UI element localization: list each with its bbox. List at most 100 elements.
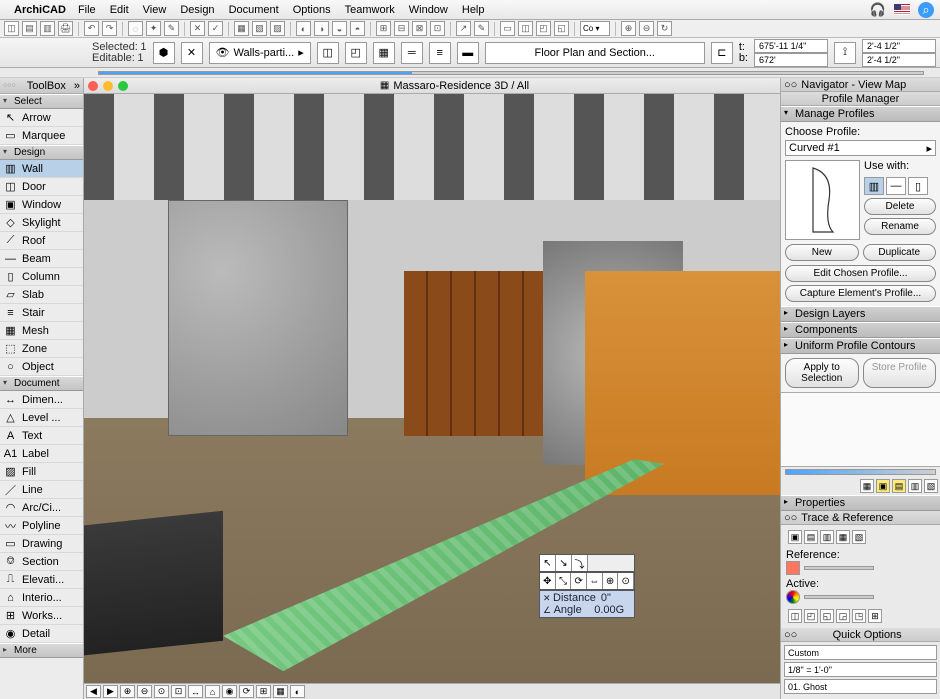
tool-mesh[interactable]: ▦Mesh [0,322,83,340]
tool-icon[interactable]: ⊟ [394,21,409,36]
nav-button[interactable]: ⊞ [256,685,271,698]
pet-tool[interactable]: ↘ [556,555,572,571]
menu-options[interactable]: Options [293,4,331,16]
edit-profile-button[interactable]: Edit Chosen Profile... [785,265,936,282]
tool-icon[interactable]: ⊞ [376,21,391,36]
use-beam-icon[interactable]: — [886,177,906,195]
quick-opt-1[interactable] [784,645,937,660]
use-wall-icon[interactable]: ▥ [864,177,884,195]
nav-icon[interactable]: ▣ [876,479,890,493]
apply-button[interactable]: Apply to Selection [785,358,859,388]
trace-icon[interactable]: ▥ [820,530,834,544]
tool-wall[interactable]: ▥Wall [0,160,83,178]
tool-works[interactable]: ⊞Works... [0,607,83,625]
tool-icon[interactable]: ▭ [500,21,515,36]
reference-slider[interactable] [804,566,874,570]
tool-roof[interactable]: ⟋Roof [0,232,83,250]
tool-line[interactable]: ／Line [0,481,83,499]
tool-level[interactable]: △Level ... [0,409,83,427]
active-slider[interactable] [804,595,874,599]
tool-icon[interactable]: ↶ [84,21,99,36]
trace-opt-icon[interactable]: ◫ [788,609,802,623]
reference-color[interactable] [786,561,800,575]
trace-opt-icon[interactable]: ◱ [820,609,834,623]
trace-icon[interactable]: ▣ [788,530,802,544]
nav-button[interactable]: ⊡ [171,685,186,698]
minimize-icon[interactable] [103,81,113,91]
anchor-icon[interactable]: ⟟ [834,42,856,64]
nav-button[interactable]: ▦ [273,685,288,698]
tool-icon[interactable]: ⊕ [621,21,636,36]
tool-icon[interactable]: ✕ [190,21,205,36]
section-more[interactable]: More [0,643,83,658]
delete-button[interactable]: Delete [864,198,936,215]
nav-icon[interactable]: ▦ [860,479,874,493]
link-icon[interactable]: ⊏ [711,42,733,64]
new-button[interactable]: New [785,244,859,261]
nav-button[interactable]: ◀ [86,685,101,698]
menu-help[interactable]: Help [462,4,485,16]
quick-opt-2[interactable] [784,662,937,677]
nav-button[interactable]: ↔ [188,685,203,698]
element-settings-button[interactable]: ⬢ [153,42,175,64]
pet-tool[interactable]: ⤵ [572,555,588,571]
scene-canvas[interactable]: ↖↘⤵ ✥⤡⟳⇔⊕⊙ ✕ Distance 0" ∠ Angle 0.00G [84,94,780,683]
tool-stair[interactable]: ≡Stair [0,304,83,322]
tool-icon[interactable]: ▤ [22,21,37,36]
tool-icon[interactable]: ◌ [128,21,143,36]
tool-icon[interactable]: ⊖ [639,21,654,36]
tool-beam[interactable]: —Beam [0,250,83,268]
tool-slab[interactable]: ▱Slab [0,286,83,304]
tool-icon[interactable]: ▨ [270,21,285,36]
flag-icon[interactable] [894,4,910,15]
coord-b-input[interactable]: 672' [754,53,828,67]
nav-button[interactable]: ⊙ [154,685,169,698]
trace-opt-icon[interactable]: ◲ [836,609,850,623]
nav-button[interactable]: ◉ [222,685,237,698]
layer-dropdown[interactable]: 👁 Walls-parti... ▸ [209,42,311,64]
use-column-icon[interactable]: ▯ [908,177,928,195]
store-button[interactable]: Store Profile [863,358,937,388]
geom-icon[interactable]: ◫ [317,42,339,64]
pet-tool[interactable]: ✥ [540,573,556,589]
nav-button[interactable]: ⟳ [239,685,254,698]
geom-icon[interactable]: ≡ [429,42,451,64]
section-select[interactable]: Select [0,94,83,109]
app-name[interactable]: ArchiCAD [14,4,66,16]
tool-dimen[interactable]: ↔Dimen... [0,391,83,409]
capture-profile-button[interactable]: Capture Element's Profile... [785,285,936,302]
zoom-icon[interactable] [118,81,128,91]
nav-icon[interactable]: ▥ [908,479,922,493]
menu-teamwork[interactable]: Teamwork [345,4,395,16]
tool-icon[interactable]: ✦ [146,21,161,36]
tool-column[interactable]: ▯Column [0,268,83,286]
pet-tool[interactable]: ↖ [540,555,556,571]
rename-button[interactable]: Rename [864,218,936,235]
tool-icon[interactable]: ◒ [332,21,347,36]
tool-detail[interactable]: ◉Detail [0,625,83,643]
trace-icon[interactable]: ▧ [852,530,866,544]
zoom-slider[interactable] [0,68,940,78]
mini-slider[interactable] [785,469,936,475]
tool-drawing[interactable]: ▭Drawing [0,535,83,553]
tool-icon[interactable]: ◱ [554,21,569,36]
pet-tool[interactable]: ⊙ [618,573,634,589]
tool-elevati[interactable]: ⎍Elevati... [0,571,83,589]
combo-input[interactable]: Co ▾ [580,21,610,36]
nav-button[interactable]: ⊖ [137,685,152,698]
menu-view[interactable]: View [143,4,167,16]
section-document[interactable]: Document [0,376,83,391]
profile-manager-tab[interactable]: Profile Manager [781,92,940,106]
trace-opt-icon[interactable]: ◰ [804,609,818,623]
tool-object[interactable]: ○Object [0,358,83,376]
trace-opt-icon[interactable]: ⊞ [868,609,882,623]
tool-icon[interactable]: ▦ [234,21,249,36]
quick-opt-3[interactable] [784,679,937,694]
tool-section[interactable]: ⎊Section [0,553,83,571]
pet-tool[interactable]: ⤡ [556,573,572,589]
quick-options-tab[interactable]: ○○ Quick Options [781,628,940,642]
cancel-icon[interactable]: ✕ [181,42,203,64]
dim2-input[interactable]: 2'-4 1/2" [862,53,936,67]
tool-label[interactable]: A1Label [0,445,83,463]
pet-tool[interactable]: ⇔ [587,573,603,589]
